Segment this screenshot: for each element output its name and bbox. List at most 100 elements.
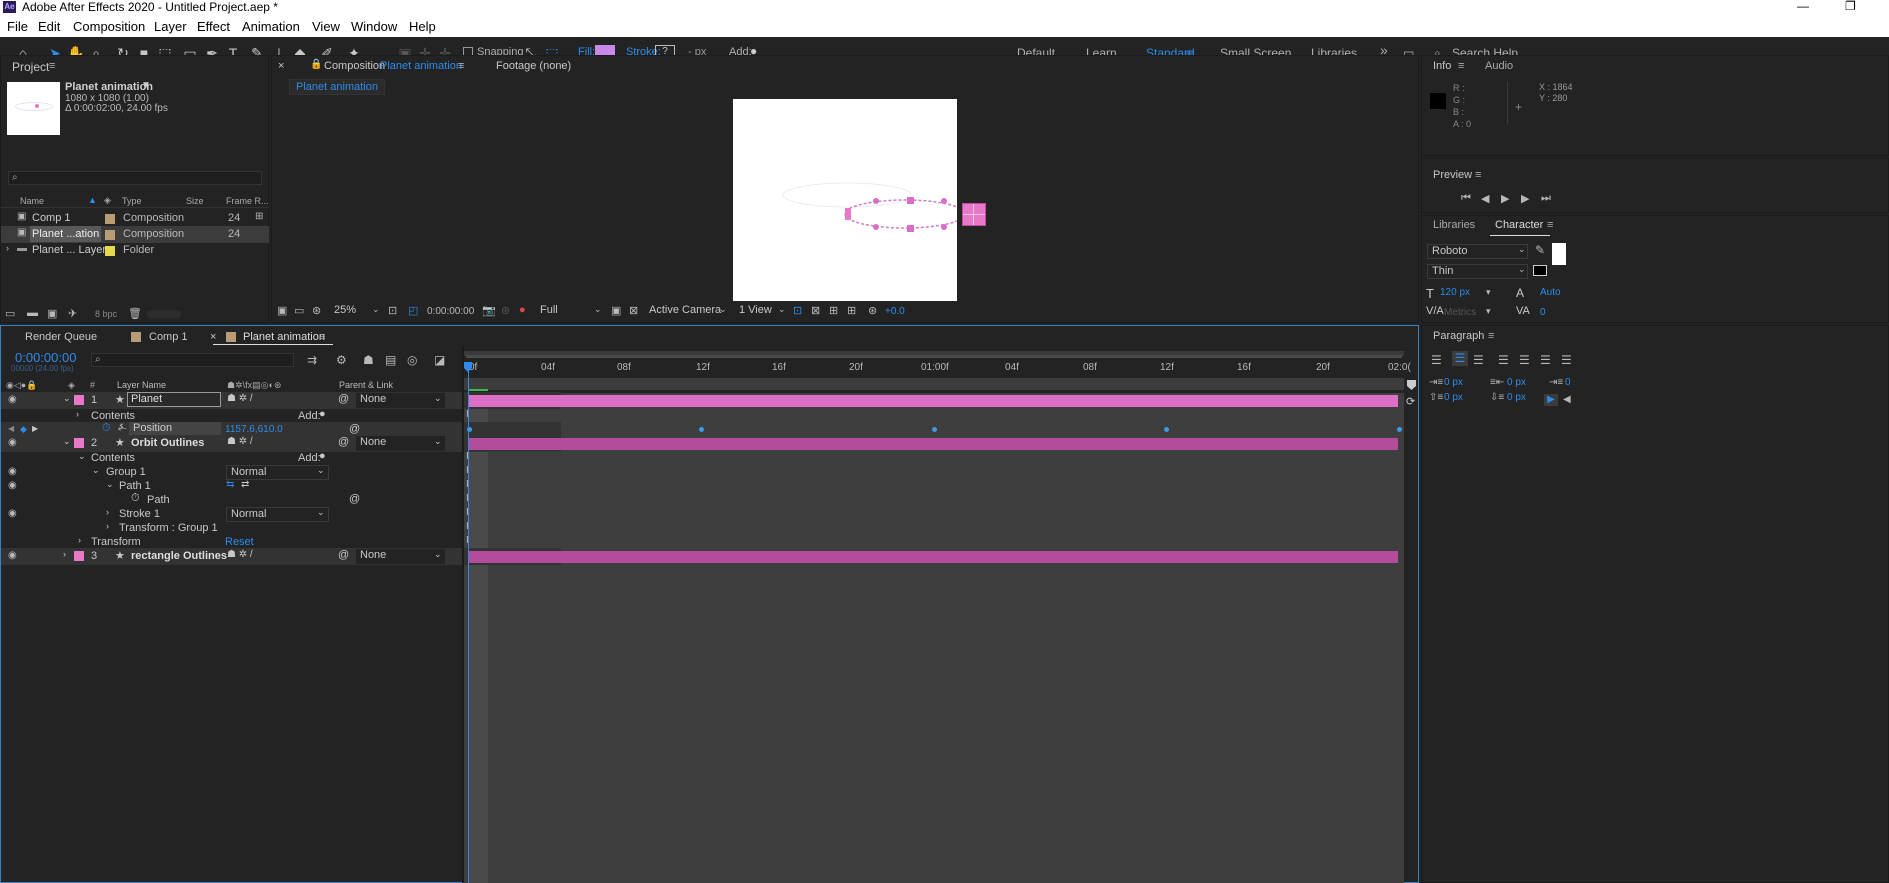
menu-view[interactable]: View [312, 19, 340, 34]
pane-divider[interactable] [462, 346, 464, 883]
chevron-down-icon[interactable]: ⌄ [92, 465, 100, 476]
panel-menu-icon[interactable]: ≡ [1488, 330, 1494, 342]
justify-center-icon[interactable]: ☰ [1519, 353, 1530, 367]
stopwatch-icon[interactable]: ⏱ [102, 422, 111, 435]
visibility-eye-icon[interactable]: ◉ [8, 394, 20, 405]
chevron-down-icon[interactable]: ⌄ [78, 451, 86, 462]
flowchart-icon[interactable]: ⊞ [847, 304, 856, 317]
project-row[interactable]: ▣ Comp 1 Composition 24 ⊞ [1, 210, 269, 227]
fit-icon[interactable]: ⊡ [388, 304, 397, 317]
new-folder-icon[interactable]: ▬ [27, 307, 38, 319]
transparency-grid-icon[interactable]: ◰ [408, 304, 418, 317]
layer-duration-bar[interactable] [468, 395, 1398, 407]
justify-left-icon[interactable]: ☰ [1498, 353, 1509, 367]
graph-editor-icon[interactable]: ◪ [434, 353, 445, 367]
add-keyframe-icon[interactable]: ◆ [20, 424, 27, 435]
panel-menu-icon[interactable]: ≡ [1458, 60, 1464, 72]
monitor-icon[interactable]: ▭ [294, 304, 304, 317]
menu-layer[interactable]: Layer [154, 19, 187, 34]
dropdown-icon[interactable]: ▼ [141, 80, 151, 91]
close-icon[interactable]: × [210, 331, 216, 343]
visibility-eye-icon[interactable]: ◉ [8, 550, 20, 561]
trash-icon[interactable]: 🗑 [128, 307, 142, 320]
panel-menu-icon[interactable]: ≡ [319, 331, 325, 343]
audio-tab[interactable]: Audio [1485, 60, 1513, 72]
fill-color-swatch[interactable] [1552, 243, 1566, 265]
eyedropper-icon[interactable]: ✎ [1535, 243, 1545, 257]
chevron-right-icon[interactable]: › [76, 409, 79, 419]
project-row[interactable]: › ▬ Planet ... Layers Folder [1, 242, 269, 259]
character-tab[interactable]: Character [1495, 219, 1543, 231]
space-after-value[interactable]: 0 px [1507, 392, 1526, 403]
chevron-down-icon[interactable]: ⌄ [63, 436, 71, 447]
restore-button[interactable]: ❐ [1845, 0, 1856, 13]
keyframe[interactable] [932, 427, 937, 432]
time-ruler[interactable]: 0f 04f 08f 12f 16f 20f 01:00f 04f 08f 12… [464, 362, 1414, 376]
mask-toggle-icon[interactable]: ⊛ [312, 304, 321, 317]
next-keyframe-icon[interactable]: ▶ [32, 424, 38, 433]
menu-window[interactable]: Window [351, 19, 397, 34]
previous-keyframe-icon[interactable]: ◀ [8, 424, 14, 433]
layer-duration-bar[interactable] [468, 551, 1398, 563]
parent-dropdown[interactable]: None [356, 436, 445, 451]
first-frame-icon[interactable]: ⏮ [1461, 192, 1471, 205]
reset-exposure-icon[interactable]: ⊛ [868, 304, 877, 317]
new-composition-icon[interactable]: ▣ [47, 307, 57, 320]
comp-marker-icon[interactable] [1407, 380, 1416, 390]
libraries-tab[interactable]: Libraries [1433, 219, 1475, 231]
visibility-eye-icon[interactable]: ◉ [8, 466, 20, 477]
bit-depth[interactable]: 8 bpc [95, 309, 117, 319]
chevron-right-icon[interactable]: › [106, 507, 109, 517]
pick-whip-icon[interactable]: @ [338, 436, 349, 448]
time-navigator[interactable] [466, 355, 1402, 358]
toggle-pixel-aspect-icon[interactable]: ⊡ [793, 304, 802, 317]
menu-effect[interactable]: Effect [197, 19, 230, 34]
next-frame-icon[interactable]: ▶ [1521, 192, 1529, 205]
project-row[interactable]: ▣ Planet ...ation Composition 24 [1, 226, 269, 243]
expression-pick-whip-icon[interactable]: @ [349, 493, 360, 505]
parent-dropdown[interactable]: None [356, 549, 445, 564]
label-swatch[interactable] [105, 246, 115, 256]
composition-tab-name[interactable]: Planet animation [380, 60, 462, 72]
exposure-value[interactable]: +0.0 [885, 306, 905, 317]
layer-name-header[interactable]: Layer Name [117, 380, 166, 390]
label-swatch[interactable] [105, 230, 115, 240]
pick-whip-icon[interactable]: @ [338, 393, 349, 405]
layer-name[interactable]: Orbit Outlines [131, 437, 204, 449]
chevron-right-icon[interactable]: › [63, 549, 66, 559]
play-icon[interactable]: ▶ [1501, 192, 1509, 205]
graph-icon[interactable]: ⍼ [118, 422, 127, 433]
indent-first-value[interactable]: 0 [1565, 377, 1571, 388]
menu-file[interactable]: File [7, 19, 28, 34]
left-to-right-icon[interactable]: ▶ [1544, 394, 1558, 406]
path-direction-icon[interactable]: ⇆ [226, 479, 234, 490]
composition-tab-prefix[interactable]: Composition [324, 60, 385, 72]
visibility-eye-icon[interactable]: ◉ [8, 508, 20, 519]
camera-dropdown[interactable]: Active Camera [645, 304, 725, 319]
layer-name-field[interactable]: Planet [127, 392, 221, 407]
project-tab[interactable]: Project [12, 60, 49, 74]
flowchart-icon[interactable]: ⊞ [255, 211, 263, 222]
panel-menu-icon[interactable]: ≡ [49, 60, 55, 72]
indent-left-value[interactable]: 0 px [1444, 377, 1463, 388]
font-family-dropdown[interactable]: Roboto [1427, 244, 1528, 259]
add-property-icon[interactable]: ● [319, 450, 326, 462]
chevron-right-icon[interactable]: › [6, 243, 9, 253]
font-style-dropdown[interactable]: Thin [1427, 264, 1528, 279]
menu-composition[interactable]: Composition [73, 19, 145, 34]
layer-name[interactable]: rectangle Outlines [131, 550, 227, 562]
timeline-track-area[interactable] [464, 393, 1404, 883]
sort-ascending-icon[interactable]: ▲ [88, 195, 97, 205]
draft-3d-icon[interactable]: ⚙ [336, 353, 347, 367]
layer-label-swatch[interactable] [74, 395, 84, 405]
show-snapshot-icon[interactable]: ⊛ [501, 304, 510, 317]
visibility-eye-icon[interactable]: ◉ [8, 437, 20, 448]
layer-label-swatch[interactable] [74, 551, 84, 561]
comp-breadcrumb[interactable]: Planet animation [289, 79, 385, 95]
label-tag-icon[interactable]: ◈ [104, 195, 111, 206]
expression-pick-whip-icon[interactable]: @ [349, 423, 360, 435]
planet-animation-tab[interactable]: Planet animation [243, 331, 325, 343]
color-channels-icon[interactable]: ● [519, 304, 526, 316]
pick-whip-icon[interactable]: @ [338, 549, 349, 561]
timeline-icon[interactable]: ⊞ [829, 304, 838, 317]
